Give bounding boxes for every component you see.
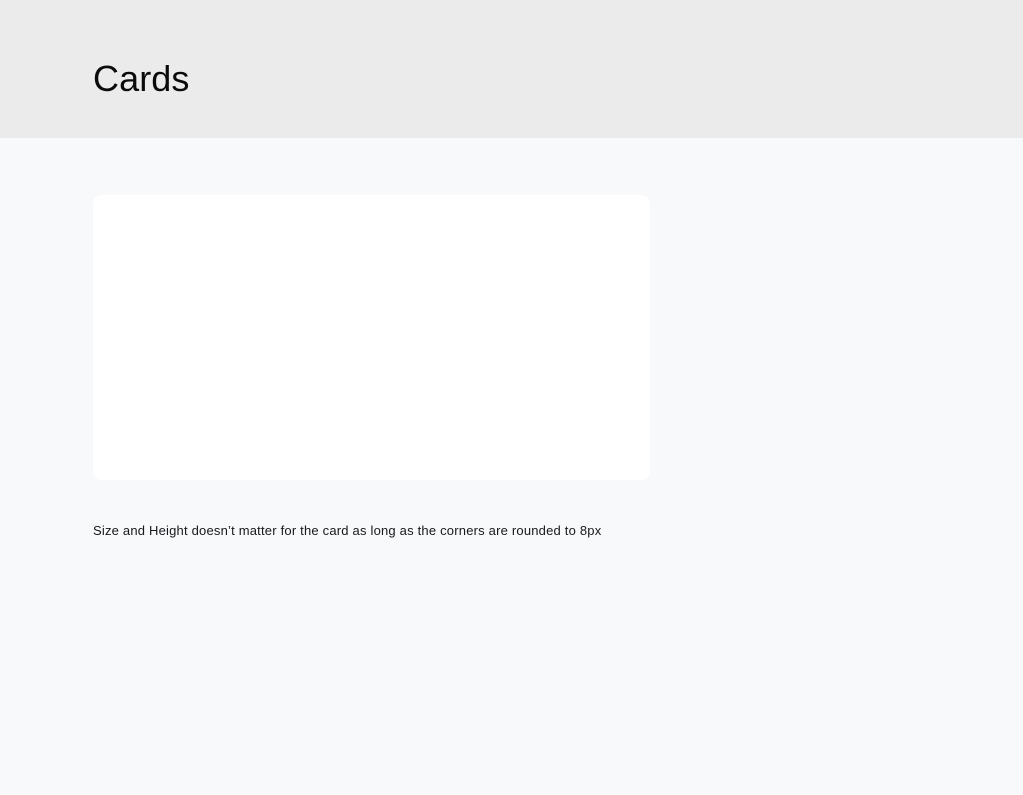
page-root: Cards Size and Height doesn’t matter for… — [0, 0, 1023, 795]
main-content: Size and Height doesn’t matter for the c… — [0, 138, 1023, 795]
page-title: Cards — [93, 58, 190, 99]
card[interactable] — [93, 195, 650, 480]
page-header: Cards — [0, 0, 1023, 138]
card-caption: Size and Height doesn’t matter for the c… — [93, 523, 602, 538]
